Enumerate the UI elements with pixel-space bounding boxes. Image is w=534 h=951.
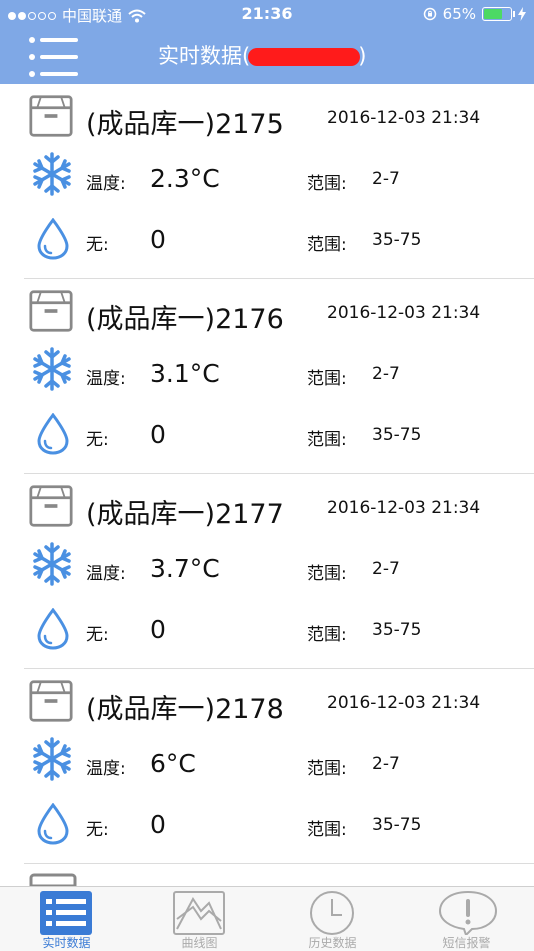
humidity-range-label: 范围:	[307, 820, 347, 840]
humidity-range-value: 35-75	[372, 815, 422, 835]
sensor-timestamp: 2016-12-03 21:34	[327, 498, 481, 518]
sensor-name: (成品库一)2178	[86, 694, 284, 725]
sensor-name: (成品库一)2175	[86, 109, 284, 140]
tab-realtime[interactable]: 实时数据	[0, 887, 133, 951]
temperature-value: 3.1°C	[150, 359, 220, 388]
page-title: 实时数据()	[158, 40, 366, 70]
humidity-label: 无:	[86, 430, 109, 450]
box-icon	[29, 680, 73, 722]
temperature-range-value: 2-7	[372, 169, 400, 189]
redacted-mark	[248, 48, 361, 66]
snowflake-icon	[33, 737, 71, 781]
list-item[interactable]: (成品库一)2177 2016-12-03 21:34 温度: 3.7°C 范围…	[24, 474, 534, 669]
menu-icon	[29, 37, 78, 77]
orientation-lock-icon	[423, 7, 436, 21]
temperature-range-value: 2-7	[372, 559, 400, 579]
tab-sms-alert[interactable]: 短信报警	[400, 887, 533, 951]
temperature-range-label: 范围:	[307, 174, 347, 194]
temperature-range-value: 2-7	[372, 364, 400, 384]
humidity-range-value: 35-75	[372, 425, 422, 445]
snowflake-icon	[33, 152, 71, 196]
temperature-range-label: 范围:	[307, 564, 347, 584]
humidity-range-label: 范围:	[307, 430, 347, 450]
tab-label: 曲线图	[181, 936, 218, 950]
humidity-range-value: 35-75	[372, 230, 422, 250]
list-item[interactable]: (成品库一)2176 2016-12-03 21:34 温度: 3.1°C 范围…	[24, 279, 534, 474]
temperature-value: 3.7°C	[150, 554, 220, 583]
temperature-label: 温度:	[86, 174, 126, 194]
humidity-value: 0	[150, 225, 166, 254]
sensor-name: (成品库一)2177	[86, 499, 284, 530]
temperature-range-label: 范围:	[307, 369, 347, 389]
water-drop-icon	[37, 608, 69, 650]
tab-label: 实时数据	[42, 936, 91, 950]
sensor-timestamp: 2016-12-03 21:34	[327, 108, 481, 128]
page-title-suffix: )	[358, 44, 367, 68]
temperature-range-label: 范围:	[307, 759, 347, 779]
nav-bar: 实时数据()	[0, 28, 534, 84]
clock-icon	[310, 891, 354, 935]
tab-label: 短信报警	[442, 936, 491, 950]
tab-label: 历史数据	[308, 936, 357, 950]
charging-icon	[518, 7, 526, 21]
humidity-value: 0	[150, 810, 166, 839]
water-drop-icon	[37, 803, 69, 845]
sensor-timestamp: 2016-12-03 21:34	[327, 693, 481, 713]
humidity-range-label: 范围:	[307, 625, 347, 645]
snowflake-icon	[33, 347, 71, 391]
chart-icon	[173, 891, 225, 935]
temperature-label: 温度:	[86, 564, 126, 584]
alert-bubble-icon	[438, 890, 498, 935]
humidity-range-label: 范围:	[307, 235, 347, 255]
box-icon	[29, 290, 73, 332]
list-item[interactable]: (成品库一)2175 2016-12-03 21:34 温度: 2.3°C 范围…	[24, 84, 534, 279]
sensor-timestamp: 2016-12-03 21:34	[327, 303, 481, 323]
status-right: 65%	[423, 5, 526, 23]
humidity-range-value: 35-75	[372, 620, 422, 640]
temperature-value: 6°C	[150, 749, 196, 778]
water-drop-icon	[37, 413, 69, 455]
menu-button[interactable]	[28, 34, 80, 80]
humidity-label: 无:	[86, 235, 109, 255]
battery-icon	[482, 7, 515, 21]
humidity-label: 无:	[86, 625, 109, 645]
list-icon	[40, 891, 92, 935]
battery-percent: 65%	[442, 5, 476, 23]
tab-bar: 实时数据 曲线图 历史数据 短信报警	[0, 886, 534, 951]
sensor-name: (成品库一)2176	[86, 304, 284, 335]
humidity-value: 0	[150, 420, 166, 449]
tab-history[interactable]: 历史数据	[266, 887, 399, 951]
list-item[interactable]: (成品库一)2178 2016-12-03 21:34 温度: 6°C 范围: …	[24, 669, 534, 864]
box-icon	[29, 485, 73, 527]
temperature-range-value: 2-7	[372, 754, 400, 774]
page-title-prefix: 实时数据(	[158, 44, 251, 68]
humidity-label: 无:	[86, 820, 109, 840]
humidity-value: 0	[150, 615, 166, 644]
temperature-label: 温度:	[86, 369, 126, 389]
box-icon	[29, 95, 73, 137]
sensor-list[interactable]: (成品库一)2175 2016-12-03 21:34 温度: 2.3°C 范围…	[0, 84, 534, 864]
water-drop-icon	[37, 218, 69, 260]
temperature-label: 温度:	[86, 759, 126, 779]
snowflake-icon	[33, 542, 71, 586]
temperature-value: 2.3°C	[150, 164, 220, 193]
tab-chart[interactable]: 曲线图	[133, 887, 266, 951]
status-bar: 中国联通 21:36 65%	[0, 0, 534, 28]
